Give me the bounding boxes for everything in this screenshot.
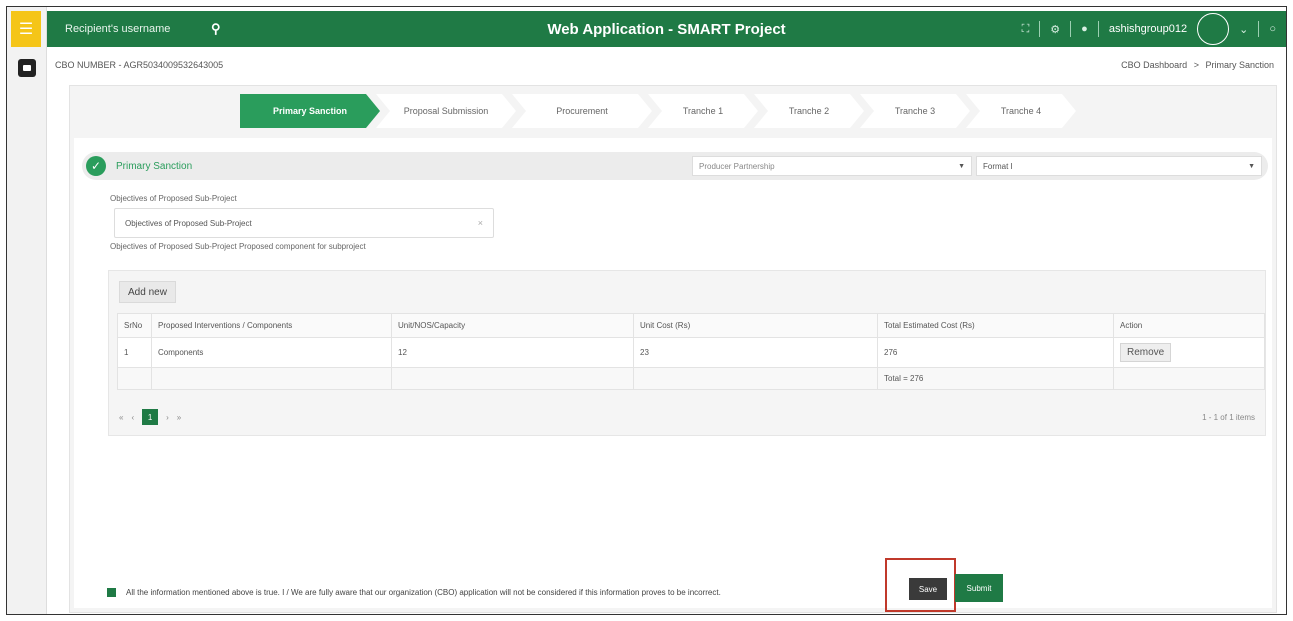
prev-page-icon[interactable]: ‹ bbox=[131, 413, 134, 422]
section-header: ✓ Primary Sanction Producer Partnership … bbox=[82, 152, 1268, 180]
username[interactable]: ashishgroup012 bbox=[1109, 23, 1187, 35]
cell-total: 276 bbox=[877, 337, 1114, 368]
divider bbox=[1258, 21, 1260, 37]
declaration-text: All the information mentioned above is t… bbox=[126, 588, 721, 597]
partnership-select[interactable]: Producer Partnership ▼ bbox=[692, 156, 972, 176]
items-count: 1 - 1 of 1 items bbox=[1202, 413, 1255, 422]
breadcrumb-separator: > bbox=[1193, 60, 1199, 70]
search-input[interactable] bbox=[65, 23, 205, 35]
submit-button[interactable]: Submit bbox=[955, 574, 1003, 602]
step-proposal-submission[interactable]: Proposal Submission bbox=[376, 94, 516, 128]
cell-empty bbox=[391, 367, 634, 390]
divider bbox=[1097, 21, 1099, 37]
bell-icon[interactable]: ● bbox=[1081, 23, 1088, 35]
components-grid: Add new SrNo Proposed Interventions / Co… bbox=[108, 270, 1266, 436]
search-icon[interactable]: ⚲ bbox=[211, 21, 221, 37]
cell-units: 12 bbox=[391, 337, 634, 368]
avatar[interactable] bbox=[1197, 13, 1230, 45]
left-rail: ☰ bbox=[7, 7, 47, 614]
dashboard-icon[interactable] bbox=[18, 59, 36, 77]
pagination: « ‹ 1 › » bbox=[119, 409, 181, 425]
col-action[interactable]: Action bbox=[1113, 313, 1265, 338]
power-icon[interactable]: ○ bbox=[1269, 23, 1276, 35]
objectives-input[interactable]: Objectives of Proposed Sub-Project × bbox=[114, 208, 494, 238]
chevron-down-icon[interactable]: ⌄ bbox=[1239, 23, 1248, 36]
search-box: ⚲ bbox=[65, 21, 245, 37]
divider bbox=[1039, 21, 1041, 37]
components-table: SrNo Proposed Interventions / Components… bbox=[117, 313, 1265, 390]
step-procurement[interactable]: Procurement bbox=[512, 94, 652, 128]
save-button[interactable]: Save bbox=[909, 578, 947, 600]
step-primary-sanction[interactable]: Primary Sanction bbox=[240, 94, 380, 128]
step-tranche-2[interactable]: Tranche 2 bbox=[754, 94, 864, 128]
objectives-value: Objectives of Proposed Sub-Project bbox=[125, 218, 252, 228]
expand-icon[interactable]: ⛶ bbox=[1022, 23, 1030, 36]
cell-action: Remove bbox=[1113, 337, 1265, 368]
top-navbar: ⚲ Web Application - SMART Project ⛶ ⚙ ● … bbox=[47, 11, 1286, 47]
col-unit-cost[interactable]: Unit Cost (Rs) bbox=[633, 313, 878, 338]
cell-empty bbox=[1113, 367, 1265, 390]
form-card: ✓ Primary Sanction Producer Partnership … bbox=[74, 138, 1272, 608]
cbo-number: CBO NUMBER - AGR5034009532643005 bbox=[55, 60, 224, 70]
topbar-actions: ⛶ ⚙ ● ashishgroup012 ⌄ ○ bbox=[1022, 11, 1276, 47]
step-tranche-4[interactable]: Tranche 4 bbox=[966, 94, 1076, 128]
objectives-hint: Objectives of Proposed Sub-Project Propo… bbox=[110, 242, 366, 251]
cell-srno: 1 bbox=[117, 337, 152, 368]
main-content: Primary Sanction Proposal Submission Pro… bbox=[69, 85, 1277, 613]
divider bbox=[1070, 21, 1072, 37]
breadcrumb-item-dashboard[interactable]: CBO Dashboard bbox=[1121, 60, 1187, 70]
chevron-down-icon: ▼ bbox=[958, 162, 965, 170]
grand-total: Total = 276 bbox=[877, 367, 1114, 390]
app-window: ☰ ⚲ Web Application - SMART Project ⛶ ⚙ … bbox=[6, 6, 1287, 615]
col-component[interactable]: Proposed Interventions / Components bbox=[151, 313, 392, 338]
cell-component: Components bbox=[151, 337, 392, 368]
format-select[interactable]: Format I ▼ bbox=[976, 156, 1262, 176]
declaration: All the information mentioned above is t… bbox=[107, 588, 721, 597]
col-units[interactable]: Unit/NOS/Capacity bbox=[391, 313, 634, 338]
last-page-icon[interactable]: » bbox=[177, 413, 181, 422]
step-tranche-1[interactable]: Tranche 1 bbox=[648, 94, 758, 128]
table-row: 1 Components 12 23 276 Remove bbox=[117, 337, 1265, 368]
remove-button[interactable]: Remove bbox=[1120, 343, 1172, 362]
partnership-select-value: Producer Partnership bbox=[699, 161, 775, 171]
format-select-value: Format I bbox=[983, 161, 1013, 171]
cell-empty bbox=[117, 367, 152, 390]
cell-empty bbox=[151, 367, 392, 390]
objectives-label: Objectives of Proposed Sub-Project bbox=[110, 194, 237, 203]
step-tranche-3[interactable]: Tranche 3 bbox=[860, 94, 970, 128]
cell-unit-cost: 23 bbox=[633, 337, 878, 368]
breadcrumb: CBO Dashboard > Primary Sanction bbox=[1117, 60, 1274, 70]
table-total-row: Total = 276 bbox=[117, 367, 1265, 390]
col-total[interactable]: Total Estimated Cost (Rs) bbox=[877, 313, 1114, 338]
section-title: Primary Sanction bbox=[116, 160, 193, 172]
table-header-row: SrNo Proposed Interventions / Components… bbox=[117, 313, 1265, 338]
declaration-checkbox[interactable] bbox=[107, 588, 116, 597]
add-new-button[interactable]: Add new bbox=[119, 281, 176, 303]
clear-icon[interactable]: × bbox=[478, 218, 483, 228]
breadcrumb-item-current: Primary Sanction bbox=[1205, 60, 1274, 70]
col-srno[interactable]: SrNo bbox=[117, 313, 152, 338]
page-number-current[interactable]: 1 bbox=[142, 409, 159, 425]
chevron-down-icon: ▼ bbox=[1248, 162, 1255, 170]
gear-icon[interactable]: ⚙ bbox=[1050, 23, 1060, 36]
hamburger-menu-icon[interactable]: ☰ bbox=[11, 11, 41, 47]
check-icon: ✓ bbox=[86, 156, 106, 176]
next-page-icon[interactable]: › bbox=[166, 413, 169, 422]
cell-empty bbox=[633, 367, 878, 390]
step-wizard: Primary Sanction Proposal Submission Pro… bbox=[240, 94, 1072, 128]
first-page-icon[interactable]: « bbox=[119, 413, 123, 422]
page-header: CBO NUMBER - AGR5034009532643005 CBO Das… bbox=[47, 47, 1286, 83]
